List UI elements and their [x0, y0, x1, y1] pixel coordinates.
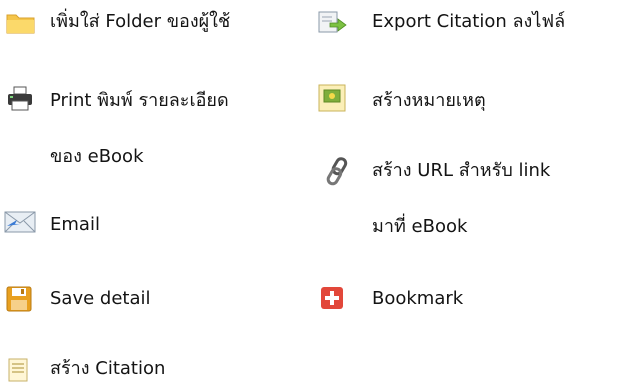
create-url-item[interactable]: สร้าง URL สำหรับ link มาที่ eBook [316, 140, 620, 240]
floppy-disk-icon [6, 286, 32, 312]
create-note-item[interactable]: สร้างหมายเหตุ [316, 80, 620, 122]
citation-document-icon [8, 358, 28, 382]
folder-icon [6, 14, 35, 34]
save-detail-item[interactable]: Save detail [0, 280, 300, 322]
create-citation-label: สร้าง Citation [50, 358, 166, 379]
export-citation-label: Export Citation ลงไฟล์ [372, 11, 566, 32]
note-icon [318, 84, 346, 112]
print-item[interactable]: Print พิมพ์ รายละเอียด ของ eBook [0, 80, 300, 180]
bookmark-label: Bookmark [372, 288, 464, 309]
print-label-line2: ของ eBook [50, 146, 144, 167]
printer-icon [8, 86, 32, 111]
save-detail-label: Save detail [50, 288, 151, 309]
chain-link-icon [326, 157, 348, 186]
create-url-label-line1: สร้าง URL สำหรับ link [372, 160, 551, 181]
create-citation-item[interactable]: สร้าง Citation [0, 352, 300, 382]
add-to-folder-item[interactable]: เพิ่มใส่ Folder ของผู้ใช้ [0, 0, 300, 42]
email-item[interactable]: Email [0, 202, 300, 244]
email-label: Email [50, 214, 100, 235]
export-citation-item[interactable]: Export Citation ลงไฟล์ [316, 0, 620, 42]
email-icon [4, 211, 36, 233]
bookmark-item[interactable]: Bookmark [316, 280, 620, 322]
create-note-label: สร้างหมายเหตุ [372, 90, 486, 111]
export-document-icon [318, 11, 347, 33]
add-to-folder-label: เพิ่มใส่ Folder ของผู้ใช้ [50, 11, 231, 32]
plus-bookmark-icon [321, 287, 343, 309]
create-url-label-line2: มาที่ eBook [372, 216, 468, 237]
print-label-line1: Print พิมพ์ รายละเอียด [50, 90, 229, 111]
